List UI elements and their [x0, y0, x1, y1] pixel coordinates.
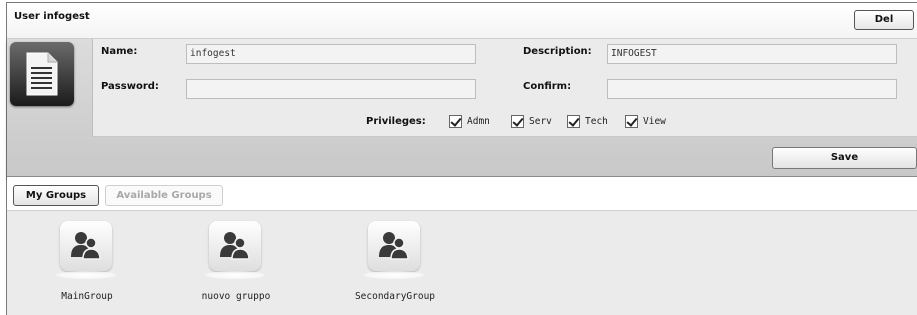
confirm-label: Confirm:	[523, 81, 572, 92]
description-label: Description:	[523, 46, 592, 57]
group-item[interactable]: nuovo gruppo	[161, 221, 311, 311]
group-item[interactable]: MainGroup	[12, 221, 162, 311]
checkbox-checked-icon[interactable]	[625, 115, 638, 128]
privileges-label: Privileges:	[366, 116, 426, 127]
group-name: MainGroup	[61, 291, 113, 302]
password-label: Password:	[101, 81, 159, 92]
group-name: nuovo gruppo	[201, 291, 271, 302]
privilege-view-checkbox[interactable]: View	[625, 115, 666, 128]
privilege-serv-checkbox[interactable]: Serv	[511, 115, 552, 128]
save-button[interactable]: Save	[772, 147, 917, 169]
tab-available-groups[interactable]: Available Groups	[105, 185, 223, 206]
checkbox-checked-icon[interactable]	[511, 115, 524, 128]
document-icon	[10, 42, 74, 106]
privilege-admn-label: Admn	[467, 116, 490, 127]
password-field[interactable]	[186, 79, 476, 99]
user-group-icon[interactable]	[56, 221, 116, 279]
checkbox-checked-icon[interactable]	[567, 115, 580, 128]
user-form: Name: infogest Description: INFOGEST Pas…	[92, 39, 917, 137]
privilege-tech-label: Tech	[585, 116, 608, 127]
description-field[interactable]: INFOGEST	[607, 44, 897, 64]
title-bar: User infogest Del	[7, 3, 917, 39]
name-field[interactable]: infogest	[186, 44, 476, 64]
user-editor-panel: Name: infogest Description: INFOGEST Pas…	[7, 39, 917, 177]
groups-list: MainGroup nuovo gruppo SecondaryGroup	[7, 211, 917, 315]
privilege-serv-label: Serv	[529, 116, 552, 127]
checkbox-checked-icon[interactable]	[449, 115, 462, 128]
tab-my-groups[interactable]: My Groups	[13, 185, 99, 206]
confirm-password-field[interactable]	[607, 79, 897, 99]
name-label: Name:	[101, 46, 138, 57]
user-group-icon[interactable]	[364, 221, 424, 279]
privilege-admn-checkbox[interactable]: Admn	[449, 115, 490, 128]
groups-tab-bar: My Groups Available Groups	[7, 177, 917, 211]
privilege-view-label: View	[643, 116, 666, 127]
user-window: User infogest Del Name: infogest Descrip…	[6, 2, 917, 315]
delete-button[interactable]: Del	[854, 10, 914, 30]
group-item[interactable]: SecondaryGroup	[320, 221, 470, 311]
user-group-icon[interactable]	[205, 221, 265, 279]
privilege-tech-checkbox[interactable]: Tech	[567, 115, 608, 128]
group-name: SecondaryGroup	[354, 291, 436, 302]
window-title: User infogest	[14, 11, 90, 22]
